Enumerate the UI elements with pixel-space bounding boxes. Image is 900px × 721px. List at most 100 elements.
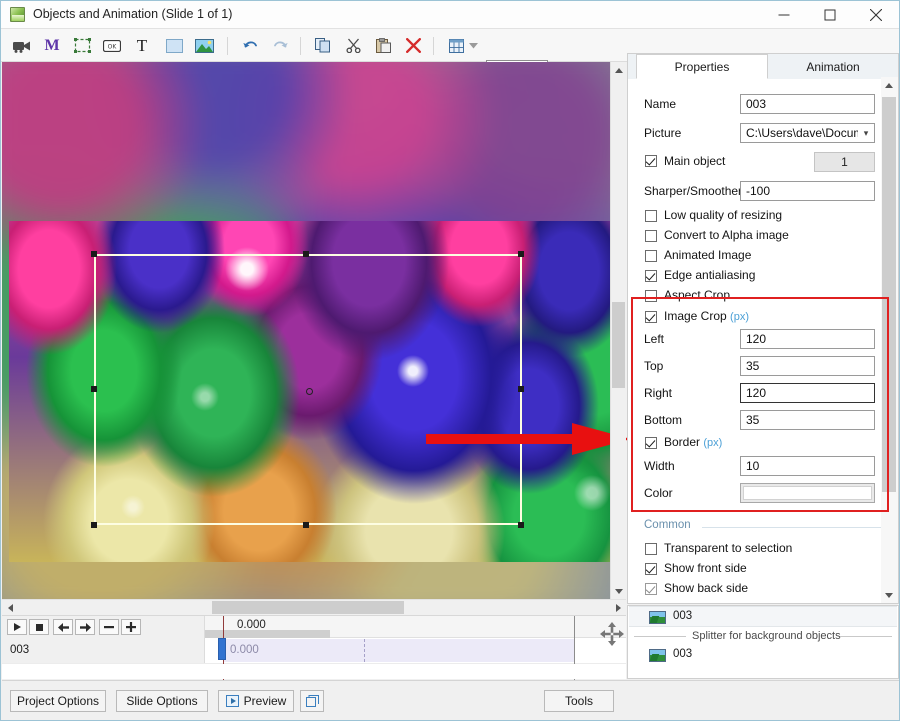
slide-options-button[interactable]: Slide Options (116, 690, 208, 712)
video-camera-icon[interactable] (9, 33, 35, 58)
convert-alpha-checkbox[interactable] (645, 230, 657, 242)
resize-handle-top-right[interactable] (518, 251, 524, 257)
tab-animation[interactable]: Animation (768, 54, 898, 79)
checkbox-border[interactable]: Border (px) (628, 434, 884, 454)
resize-handle-top-left[interactable] (91, 251, 97, 257)
sharper-smoother-input[interactable]: -100 (740, 181, 875, 201)
preview-button[interactable]: Preview (218, 690, 294, 712)
image-crop-checkbox[interactable] (645, 311, 657, 323)
resize-handle-middle-right[interactable] (518, 386, 524, 392)
scroll-up-icon[interactable] (881, 77, 897, 93)
low-quality-resizing-checkbox[interactable] (645, 210, 657, 222)
undo-icon[interactable] (237, 33, 263, 58)
scroll-up-icon[interactable] (611, 62, 626, 78)
image-icon[interactable] (191, 33, 217, 58)
move-tool-icon[interactable] (599, 621, 625, 647)
grid-dropdown-icon[interactable] (465, 33, 481, 58)
canvas-hscroll-thumb[interactable] (212, 601, 404, 614)
resize-handle-bottom-left[interactable] (91, 522, 97, 528)
properties-vscroll-thumb[interactable] (882, 97, 896, 492)
object-name: 003 (673, 648, 692, 660)
main-object-checkbox[interactable] (645, 155, 657, 167)
checkbox-edge-antialiasing[interactable]: Edge antialiasing (628, 267, 884, 287)
splitter-label: Splitter for background objects (692, 630, 841, 642)
resize-handle-middle-left[interactable] (91, 386, 97, 392)
scroll-left-icon[interactable] (2, 600, 18, 615)
rotation-center-icon[interactable] (306, 388, 313, 395)
checkbox-transparent-to-selection[interactable]: Transparent to selection (628, 540, 884, 560)
checkbox-show-front-side[interactable]: Show front side (628, 560, 884, 580)
mask-m-icon[interactable]: M (39, 33, 65, 58)
checkbox-low-quality-resizing[interactable]: Low quality of resizing (628, 207, 884, 227)
tools-button[interactable]: Tools (544, 690, 614, 712)
checkbox-convert-alpha[interactable]: Convert to Alpha image (628, 227, 884, 247)
cut-icon[interactable] (340, 33, 366, 58)
scroll-down-icon[interactable] (881, 587, 897, 603)
close-button[interactable] (853, 1, 899, 28)
name-label: Name (644, 97, 676, 111)
show-back-side-label: Show back side (664, 581, 748, 595)
next-button[interactable] (75, 619, 95, 635)
show-back-side-checkbox[interactable] (645, 583, 657, 595)
properties-vertical-scrollbar[interactable] (881, 77, 898, 603)
frame-icon[interactable] (69, 33, 95, 58)
name-input[interactable]: 003 (740, 94, 875, 114)
timeline-clip-divider (364, 639, 365, 662)
maximize-button[interactable] (807, 1, 853, 28)
crop-top-input[interactable]: 35 (740, 356, 875, 376)
picture-label: Picture (644, 126, 681, 140)
stop-button[interactable] (29, 619, 49, 635)
picture-select[interactable]: C:\Users\dave\Documen ▾ (740, 123, 875, 143)
aspect-crop-checkbox[interactable] (645, 290, 657, 302)
crop-bottom-input[interactable]: 35 (740, 410, 875, 430)
button-icon[interactable]: OK (99, 33, 125, 58)
delete-icon[interactable] (400, 33, 426, 58)
text-icon[interactable]: T (129, 33, 155, 58)
slide-canvas[interactable] (2, 62, 610, 599)
border-color-swatch[interactable] (740, 483, 875, 503)
border-width-input[interactable]: 10 (740, 456, 875, 476)
scroll-down-icon[interactable] (611, 583, 626, 599)
timeline-track-header[interactable]: 003 (2, 638, 205, 663)
tab-properties[interactable]: Properties (636, 54, 768, 79)
crop-right-input[interactable]: 120 (740, 383, 875, 403)
resize-handle-bottom-right[interactable] (518, 522, 524, 528)
border-checkbox[interactable] (645, 437, 657, 449)
main-object-count-button[interactable]: 1 (814, 152, 875, 172)
timeline-panel: 0.000 003 0.000 (2, 615, 626, 679)
canvas-vertical-scrollbar[interactable] (610, 62, 626, 599)
list-item[interactable]: 003 (629, 645, 897, 666)
resize-handle-bottom-center[interactable] (303, 522, 309, 528)
canvas-horizontal-scrollbar[interactable] (2, 599, 626, 615)
field-main-object: Main object 1 (628, 152, 884, 176)
rectangle-icon[interactable] (161, 33, 187, 58)
checkbox-show-back-side[interactable]: Show back side (628, 580, 884, 600)
checkbox-image-crop[interactable]: Image Crop (px) (628, 308, 884, 328)
play-button[interactable] (7, 619, 27, 635)
checkbox-aspect-crop[interactable]: Aspect Crop (628, 287, 884, 307)
copy-icon[interactable] (310, 33, 336, 58)
checkbox-animated-image[interactable]: Animated Image (628, 247, 884, 267)
properties-panel: Properties Animation Name 003 Picture C:… (627, 53, 899, 604)
show-front-side-checkbox[interactable] (645, 563, 657, 575)
scroll-right-icon[interactable] (610, 600, 626, 615)
zoom-out-button[interactable] (99, 619, 119, 635)
transparent-to-selection-checkbox[interactable] (645, 543, 657, 555)
properties-tabs: Properties Animation (628, 54, 898, 79)
timeline-ruler[interactable]: 0.000 (205, 616, 626, 638)
list-item[interactable]: 003 (629, 606, 897, 627)
duplicate-window-button[interactable] (300, 690, 324, 712)
previous-button[interactable] (53, 619, 73, 635)
timeline-playhead-marker[interactable] (218, 638, 226, 660)
crop-left-input[interactable]: 120 (740, 329, 875, 349)
project-options-button[interactable]: Project Options (10, 690, 106, 712)
zoom-in-button[interactable] (121, 619, 141, 635)
redo-icon[interactable] (267, 33, 293, 58)
minimize-button[interactable] (761, 1, 807, 28)
paste-icon[interactable] (370, 33, 396, 58)
edge-antialiasing-checkbox[interactable] (645, 270, 657, 282)
animated-image-checkbox[interactable] (645, 250, 657, 262)
canvas-vscroll-thumb[interactable] (612, 302, 625, 388)
resize-handle-top-center[interactable] (303, 251, 309, 257)
timeline-clip[interactable] (224, 639, 574, 662)
